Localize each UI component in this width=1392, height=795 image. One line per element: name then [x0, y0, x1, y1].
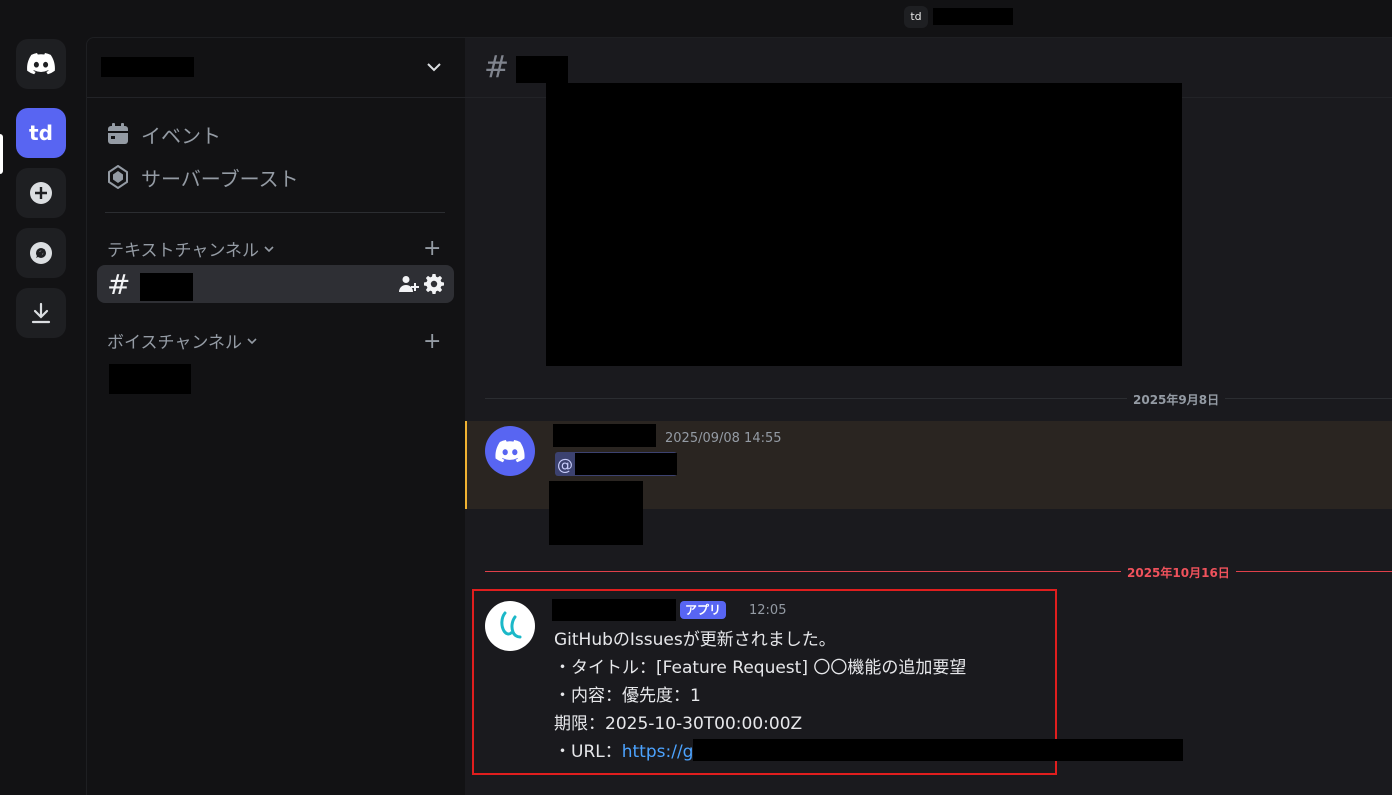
sidebar-divider — [105, 212, 445, 213]
hashtag-icon: # — [484, 50, 510, 85]
date-divider-label: 2025年10月16日 — [1121, 564, 1236, 581]
download-icon — [31, 302, 51, 324]
add-server-button[interactable] — [16, 168, 66, 218]
date-divider-label: 2025年9月8日 — [1127, 391, 1226, 408]
server-rail: td — [0, 37, 86, 795]
redacted-url — [693, 739, 1184, 761]
chevron-down-icon — [264, 245, 274, 252]
url-prefix: ・URL： — [554, 742, 622, 762]
mention-prefix: @ — [557, 454, 573, 474]
issue-link[interactable]: https://g — [622, 742, 694, 762]
calendar-icon — [108, 123, 128, 144]
message-timestamp: 2025/09/08 14:55 — [665, 431, 782, 446]
server-boost-label: サーバーブースト — [141, 166, 299, 191]
text-category-label: テキストチャンネル — [107, 241, 259, 261]
server-boost-item[interactable]: サーバーブースト — [107, 163, 299, 191]
redacted-embed — [546, 83, 1182, 366]
invite-member-icon[interactable] — [399, 275, 419, 293]
app-logo-icon — [500, 611, 522, 639]
plus-circle-icon — [30, 182, 52, 204]
create-text-channel-button[interactable]: + — [423, 238, 441, 260]
redacted-channel-title — [516, 56, 568, 83]
avatar[interactable] — [485, 601, 535, 651]
server-header[interactable] — [87, 38, 465, 98]
message-line: ・タイトル：[Feature Request] 〇〇機能の追加要望 — [554, 658, 967, 678]
redacted-server-name — [101, 57, 194, 77]
title-bar: td — [0, 0, 1392, 37]
hashtag-icon: # — [107, 268, 131, 301]
message-line: ・内容：優先度：1 — [554, 686, 701, 706]
chevron-down-icon[interactable] — [425, 58, 443, 76]
app-tag: アプリ — [680, 601, 727, 619]
active-server-indicator — [0, 134, 3, 174]
create-voice-channel-button[interactable]: + — [423, 331, 441, 353]
text-channel-category[interactable]: テキストチャンネル — [107, 236, 275, 261]
voice-channel-category[interactable]: ボイスチャンネル — [107, 328, 258, 353]
discover-button[interactable] — [16, 228, 66, 278]
voice-category-label: ボイスチャンネル — [107, 333, 242, 353]
message-line: 期限：2025-10-30T00:00:00Z — [554, 714, 803, 734]
chevron-down-icon — [247, 337, 257, 344]
gear-icon[interactable] — [424, 274, 444, 294]
message-url-line: ・URL：https://g — [554, 737, 1184, 762]
redacted-attachment — [549, 481, 643, 545]
discord-logo-icon — [27, 53, 55, 75]
avatar[interactable] — [485, 426, 535, 476]
compass-icon — [30, 242, 52, 264]
new-messages-divider: 2025年10月16日 — [485, 562, 1392, 582]
redacted-mention-name — [575, 453, 677, 475]
divider-line — [485, 398, 1392, 399]
download-apps-button[interactable] — [16, 288, 66, 338]
server-icon-td[interactable]: td — [16, 108, 66, 158]
redacted-username[interactable] — [553, 424, 656, 447]
channel-sidebar: イベント サーバーブースト テキストチャンネル + # ボイスチャンネル + — [86, 37, 465, 795]
events-item[interactable]: イベント — [107, 120, 221, 148]
discord-logo-icon — [495, 439, 525, 462]
date-divider: 2025年9月8日 — [485, 389, 1392, 409]
boost-icon — [108, 165, 128, 189]
redacted-channel-name — [140, 273, 193, 301]
server-badge: td — [904, 6, 928, 28]
redacted-voice-channel[interactable] — [109, 364, 191, 394]
message-app: アプリ 12:05 GitHubのIssuesが更新されました。 ・タイトル：[… — [465, 589, 1392, 789]
divider-line — [485, 571, 1392, 572]
channel-item-active[interactable]: # — [97, 265, 454, 303]
events-label: イベント — [141, 123, 221, 148]
message-line: GitHubのIssuesが更新されました。 — [554, 630, 836, 650]
direct-messages-button[interactable] — [16, 39, 66, 89]
redacted-window-title — [933, 8, 1013, 25]
message-timestamp: 12:05 — [749, 603, 787, 618]
redacted-app-name[interactable] — [552, 599, 676, 621]
user-mention[interactable]: @ — [555, 452, 677, 476]
chat-area: # 2025年9月8日 2025/09/08 14:55 @ 2025年10月1… — [465, 37, 1392, 795]
